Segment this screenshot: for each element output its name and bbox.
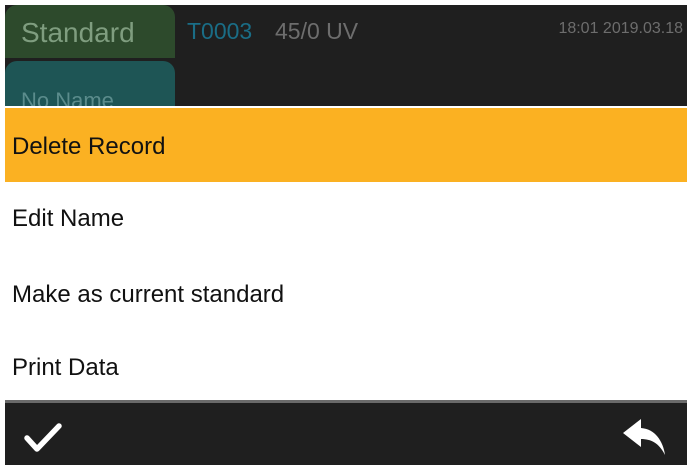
menu-item-edit-name[interactable]: Edit Name <box>5 182 687 256</box>
tab-standard[interactable]: Standard <box>5 5 175 58</box>
bottom-bar <box>5 400 687 465</box>
menu-item-delete-record[interactable]: Delete Record <box>5 108 687 182</box>
screen: No Name Standard T0003 45/0 UV 18:01 201… <box>0 0 692 465</box>
tab-no-name-label: No Name <box>21 88 114 106</box>
tab-no-name[interactable]: No Name <box>5 61 175 106</box>
confirm-button[interactable] <box>23 417 63 457</box>
menu-item-label: Delete Record <box>12 133 166 160</box>
header-bar: No Name Standard T0003 45/0 UV 18:01 201… <box>5 5 687 106</box>
record-id: T0003 <box>187 18 253 44</box>
tab-standard-label: Standard <box>21 17 135 48</box>
menu-item-label: Edit Name <box>12 205 125 232</box>
context-menu: Delete Record Edit Name Make as current … <box>5 108 687 398</box>
measurement-geometry: 45/0 UV <box>275 18 359 44</box>
datetime: 18:01 2019.03.18 <box>558 20 683 37</box>
return-arrow-icon <box>623 419 665 455</box>
check-icon <box>24 423 62 452</box>
menu-item-print-data[interactable]: Print Data <box>5 330 687 398</box>
menu-item-make-current-standard[interactable]: Make as current standard <box>5 256 687 330</box>
menu-item-label: Make as current standard <box>12 281 285 308</box>
menu-item-label: Print Data <box>12 354 119 381</box>
back-button[interactable] <box>621 417 667 457</box>
